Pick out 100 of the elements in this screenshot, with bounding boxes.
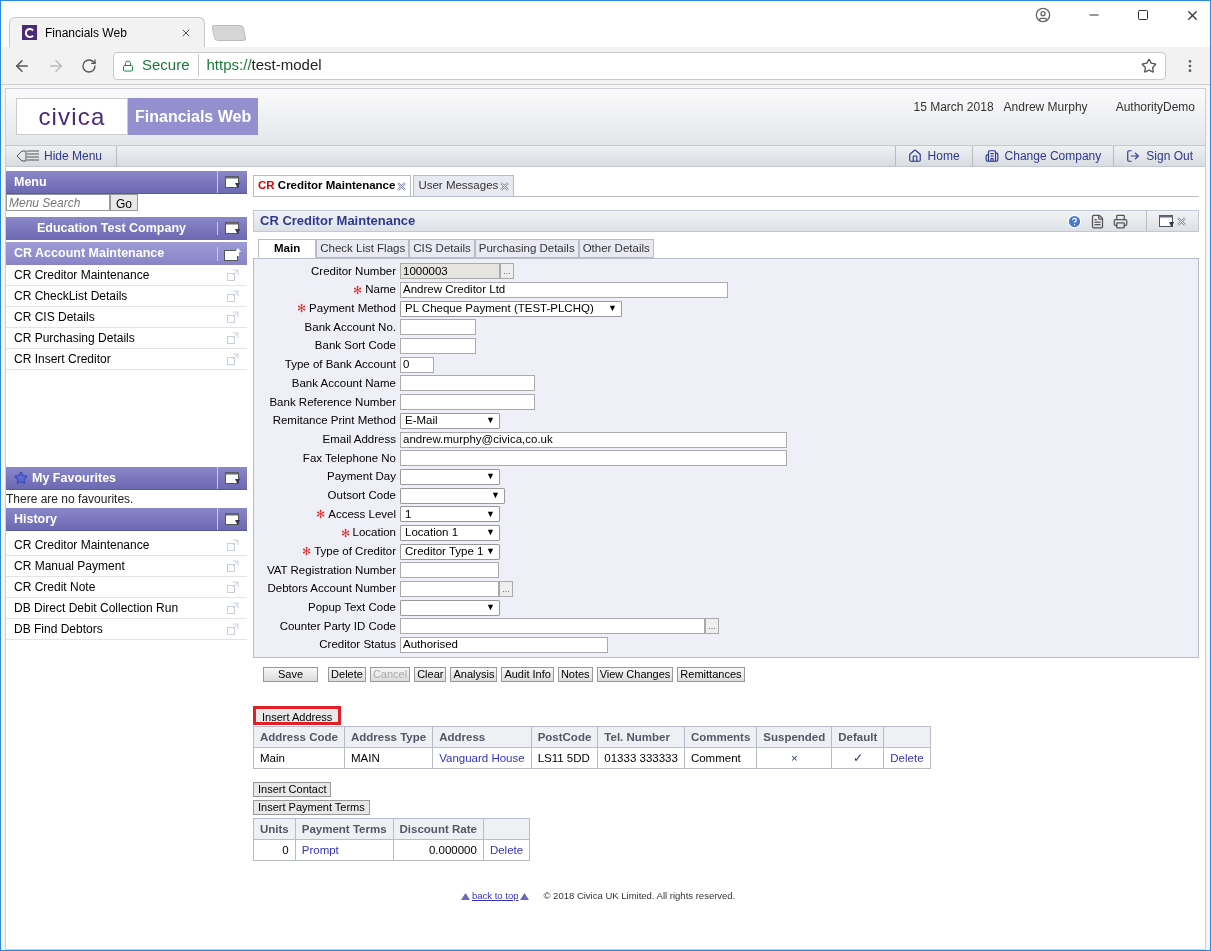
menu-bar-link[interactable]: Sign Out [1113, 146, 1205, 166]
text-field[interactable] [400, 375, 535, 392]
lookup-button[interactable]: ... [500, 263, 514, 280]
external-link-icon[interactable] [227, 602, 239, 614]
folder-up-icon[interactable] [223, 246, 242, 261]
field-label: Remitance Print Method [272, 413, 396, 429]
external-link-icon[interactable] [227, 623, 239, 635]
text-field[interactable] [400, 319, 476, 336]
insert-payment-terms-button[interactable]: Insert Payment Terms [253, 800, 370, 816]
form-tab[interactable]: Other Details [578, 239, 654, 258]
bookmark-icon[interactable] [1141, 57, 1157, 74]
form-tab[interactable]: Check List Flags [316, 239, 410, 258]
menu-item[interactable]: CR Creditor Maintenance [6, 265, 247, 286]
text-field[interactable]: Andrew Creditor Ltd [400, 282, 728, 299]
external-link-icon[interactable] [227, 581, 239, 593]
dropdown[interactable]: PL Cheque Payment (TEST-PLCHQ) ▼ [400, 300, 622, 317]
menu-bar-link[interactable]: Home [894, 146, 972, 166]
action-button[interactable]: Analysis [450, 667, 498, 683]
text-field[interactable] [400, 618, 705, 635]
collapse-icon[interactable] [224, 512, 241, 526]
external-link-icon[interactable] [227, 311, 239, 323]
hide-menu-button[interactable]: Hide Menu [6, 146, 117, 166]
lookup-button[interactable]: ... [705, 618, 719, 635]
external-link-icon[interactable] [227, 332, 239, 344]
text-field[interactable]: Authorised [400, 637, 608, 654]
external-link-icon[interactable] [227, 290, 239, 302]
menu-bar-link[interactable]: Change Company [971, 146, 1114, 166]
action-button[interactable]: View Changes [596, 667, 674, 683]
menu-item[interactable]: CR Insert Creditor [6, 349, 247, 370]
profile-icon[interactable] [1035, 7, 1051, 23]
table-cell: × [756, 747, 832, 769]
caret-icon: ▼ [491, 488, 500, 503]
text-field[interactable]: 0 [400, 356, 434, 373]
table-link[interactable]: Delete [883, 747, 931, 769]
action-button[interactable]: Remittances [677, 667, 745, 683]
site-favicon-icon [22, 25, 37, 40]
new-tab-button[interactable] [211, 25, 247, 41]
help-icon[interactable] [1067, 213, 1082, 229]
lookup-button[interactable]: ... [499, 581, 513, 598]
history-item[interactable]: DB Direct Debit Collection Run [6, 598, 247, 619]
dropdown[interactable]: ▼ [400, 599, 500, 616]
required-mark: ✻ [353, 282, 363, 298]
table-link[interactable]: Delete [483, 839, 530, 861]
go-button[interactable]: Go [110, 194, 138, 211]
address-bar[interactable]: Secure https://test-model [113, 51, 1166, 80]
reload-icon[interactable] [81, 57, 97, 74]
document-icon[interactable] [1090, 213, 1105, 229]
table-link[interactable]: Vanguard House [432, 747, 532, 769]
menu-item[interactable]: CR Purchasing Details [6, 328, 247, 349]
collapse-icon[interactable] [224, 175, 241, 189]
insert-address-button[interactable]: Insert Address [253, 706, 342, 726]
copyright-text: © 2018 Civica UK Limited. All rights reserved. [543, 889, 736, 904]
field-label: Type of Bank Account [284, 357, 396, 373]
building-icon [984, 149, 999, 163]
dropdown[interactable]: Creditor Type 1 ▼ [400, 543, 500, 560]
collapse-icon[interactable] [224, 471, 241, 485]
back-to-top-link[interactable]: back to top [472, 889, 519, 904]
page-tab[interactable]: CR Creditor Maintenance [253, 175, 412, 196]
dropdown[interactable]: Location 1 ▼ [400, 524, 500, 541]
text-field[interactable]: andrew.murphy@civica,co.uk [400, 431, 787, 448]
dropdown[interactable]: ▼ [400, 468, 500, 485]
caret-icon: ▼ [486, 544, 495, 559]
history-item[interactable]: DB Find Debtors [6, 619, 247, 640]
external-link-icon[interactable] [227, 269, 239, 281]
dropdown[interactable]: E-Mail ▼ [400, 412, 500, 429]
page-tab[interactable]: User Messages [413, 175, 515, 196]
menu-item[interactable]: CR CIS Details [6, 307, 247, 328]
required-mark: ✻ [340, 525, 350, 541]
action-button[interactable]: Save [263, 667, 319, 683]
form-tab[interactable]: CIS Details [409, 239, 475, 258]
text-field[interactable] [400, 450, 787, 467]
dropdown[interactable]: 1 ▼ [400, 506, 500, 523]
external-link-icon[interactable] [227, 353, 239, 365]
form-tab[interactable]: Main [258, 239, 317, 258]
field-label: Bank Account No. [304, 319, 396, 335]
collapse-icon[interactable] [224, 222, 241, 235]
history-item[interactable]: CR Credit Note [6, 577, 247, 598]
text-field[interactable] [400, 581, 499, 598]
external-link-icon[interactable] [227, 560, 239, 572]
text-field[interactable] [400, 394, 535, 411]
action-button[interactable]: Delete [328, 667, 366, 683]
action-button[interactable]: Audit Info [501, 667, 554, 683]
window-icon[interactable] [1159, 214, 1175, 228]
browser-tab[interactable]: Financials Web [9, 17, 205, 47]
table-link[interactable]: Prompt [295, 839, 394, 861]
external-link-icon[interactable] [227, 539, 239, 551]
text-field[interactable] [400, 338, 476, 355]
history-item[interactable]: CR Creditor Maintenance [6, 535, 247, 556]
menu-search-field[interactable]: Menu Search [6, 194, 110, 211]
history-item[interactable]: CR Manual Payment [6, 556, 247, 577]
print-icon[interactable] [1113, 213, 1128, 229]
menu-item[interactable]: CR CheckList Details [6, 286, 247, 307]
form-tab[interactable]: Purchasing Details [474, 239, 579, 258]
text-field[interactable] [400, 562, 499, 579]
text-field[interactable]: 1000003 [400, 263, 500, 280]
maximize-icon[interactable] [1137, 9, 1149, 21]
action-button[interactable]: Clear [414, 667, 447, 683]
action-button[interactable]: Notes [557, 667, 593, 683]
insert-contact-button[interactable]: Insert Contact [253, 782, 332, 798]
dropdown[interactable]: ▼ [400, 487, 505, 504]
